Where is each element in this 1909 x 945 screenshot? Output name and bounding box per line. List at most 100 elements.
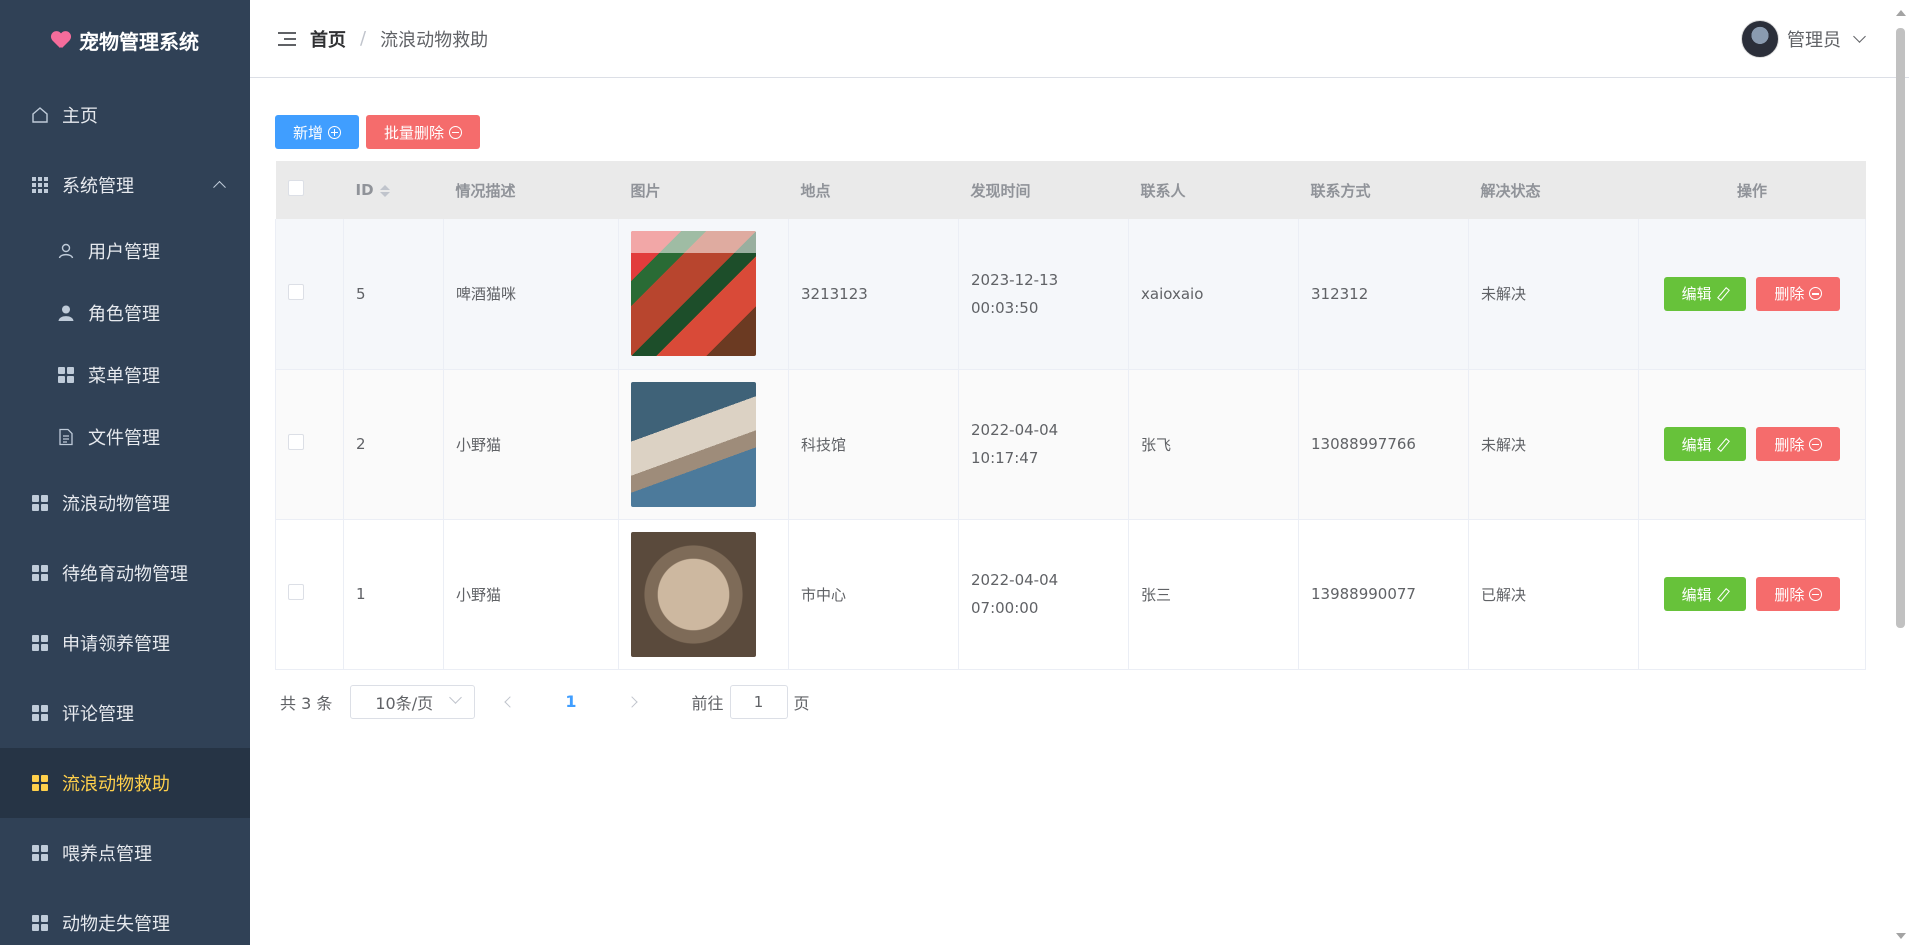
sidebar-item-label: 申请领养管理 — [62, 634, 170, 655]
batch-delete-button[interactable]: 批量删除 — [366, 115, 481, 149]
cell-location: 3213123 — [788, 219, 959, 370]
table-row: 5 啤酒猫咪 3213123 2023-12-13 00:03:50 xaiox… — [275, 219, 1866, 370]
table-row: 1 小野猫 市中心 2022-04-04 07:00:00 张三 1398899… — [275, 519, 1866, 670]
edit-icon — [1717, 439, 1728, 450]
column-header-id[interactable]: ID — [344, 161, 444, 219]
menu-icon — [56, 365, 76, 385]
page-number[interactable]: 1 — [565, 692, 576, 711]
document-icon — [56, 427, 76, 447]
sidebar: 宠物管理系统 主页 系统管理 用户管理 角色管理 菜单管理 文件管理 流浪动物管… — [0, 0, 250, 945]
menu-icon — [30, 913, 50, 933]
sidebar-item-home[interactable]: 主页 — [0, 80, 250, 150]
goto-page-input[interactable] — [729, 684, 788, 719]
app-title: 宠物管理系统 — [79, 29, 199, 54]
sidebar-item-system[interactable]: 系统管理 — [0, 150, 250, 220]
row-checkbox[interactable] — [288, 584, 304, 600]
cell-desc: 小野猫 — [443, 519, 619, 670]
edit-button[interactable]: 编辑 — [1663, 276, 1746, 311]
cell-contact: 张飞 — [1128, 369, 1299, 520]
column-header-phone: 联系方式 — [1310, 181, 1371, 200]
sidebar-item-files[interactable]: 文件管理 — [0, 406, 250, 468]
menu-icon — [30, 773, 50, 793]
system-submenu: 用户管理 角色管理 菜单管理 文件管理 — [0, 220, 250, 468]
user-solid-icon — [56, 303, 76, 323]
select-all-checkbox[interactable] — [287, 180, 304, 196]
heart-icon — [51, 30, 71, 50]
column-header-image: 图片 — [630, 181, 661, 200]
next-page-button[interactable] — [622, 692, 642, 712]
add-button[interactable]: 新增 — [275, 115, 360, 149]
rescue-image[interactable] — [631, 531, 756, 657]
sidebar-item-label: 角色管理 — [88, 304, 160, 325]
cell-time: 2023-12-13 00:03:50 — [958, 219, 1129, 370]
scrollbar-thumb[interactable] — [1896, 28, 1905, 628]
sidebar-item-label: 动物走失管理 — [62, 914, 170, 935]
edit-button[interactable]: 编辑 — [1663, 577, 1746, 611]
user-dropdown[interactable]: 管理员 — [1741, 20, 1866, 58]
edit-button[interactable]: 编辑 — [1663, 427, 1746, 461]
rescue-image[interactable] — [631, 381, 756, 507]
row-checkbox[interactable] — [288, 283, 304, 300]
scroll-down-arrow[interactable] — [1896, 933, 1906, 939]
toolbar: 新增 批量删除 — [275, 115, 1865, 149]
sidebar-item-sterilization[interactable]: 待绝育动物管理 — [0, 538, 250, 608]
delete-button[interactable]: 删除 — [1756, 577, 1841, 611]
sidebar-item-menus[interactable]: 菜单管理 — [0, 344, 250, 406]
grid-icon — [30, 175, 50, 195]
page-size-select[interactable]: 10条/页 — [350, 684, 476, 719]
cell-phone: 13088997766 — [1298, 369, 1469, 520]
sidebar-item-users[interactable]: 用户管理 — [0, 220, 250, 282]
column-header-status: 解决状态 — [1480, 181, 1541, 200]
row-checkbox[interactable] — [288, 434, 304, 450]
breadcrumb-home[interactable]: 首页 — [310, 26, 346, 52]
main-content: 新增 批量删除 ID 情况描述 图片 地点 发现时间 联系人 联系方式 解决状态 — [275, 115, 1866, 719]
sidebar-item-label: 流浪动物管理 — [62, 494, 170, 515]
cell-actions: 编辑 删除 — [1638, 519, 1866, 670]
chevron-up-icon — [213, 180, 226, 194]
rescue-image[interactable] — [631, 231, 756, 357]
sidebar-item-adoption[interactable]: 申请领养管理 — [0, 608, 250, 678]
collapse-menu-icon[interactable] — [278, 31, 296, 46]
rescue-table: ID 情况描述 图片 地点 发现时间 联系人 联系方式 解决状态 操作 5 啤酒… — [275, 161, 1866, 670]
batch-delete-label: 批量删除 — [384, 123, 445, 142]
cell-id: 5 — [343, 219, 444, 370]
cell-location: 科技馆 — [788, 369, 959, 520]
cell-contact: 张三 — [1128, 519, 1299, 670]
sidebar-item-rescue[interactable]: 流浪动物救助 — [0, 748, 250, 818]
user-name: 管理员 — [1787, 30, 1841, 51]
cell-time: 2022-04-04 07:00:00 — [958, 519, 1129, 670]
sidebar-item-lost-animals[interactable]: 动物走失管理 — [0, 888, 250, 945]
cell-contact: xaioxaio — [1128, 219, 1299, 370]
minus-circle-icon — [1809, 287, 1823, 301]
app-logo: 宠物管理系统 — [0, 0, 250, 80]
minus-circle-icon — [449, 125, 463, 139]
sidebar-item-feeding-points[interactable]: 喂养点管理 — [0, 818, 250, 888]
delete-button[interactable]: 删除 — [1756, 427, 1841, 461]
sidebar-item-roles[interactable]: 角色管理 — [0, 282, 250, 344]
menu-icon — [30, 703, 50, 723]
cell-id: 2 — [343, 369, 444, 520]
sidebar-item-label: 待绝育动物管理 — [62, 564, 188, 585]
sidebar-item-stray-animals[interactable]: 流浪动物管理 — [0, 468, 250, 538]
sidebar-item-label: 流浪动物救助 — [62, 774, 170, 795]
delete-button[interactable]: 删除 — [1756, 276, 1841, 311]
prev-page-button[interactable] — [500, 692, 520, 712]
home-icon — [30, 105, 50, 125]
cell-id: 1 — [343, 519, 444, 670]
sidebar-item-comments[interactable]: 评论管理 — [0, 678, 250, 748]
menu-icon — [30, 633, 50, 653]
scroll-up-arrow[interactable] — [1896, 10, 1906, 16]
sidebar-item-label: 喂养点管理 — [62, 844, 152, 865]
sidebar-item-label: 系统管理 — [62, 176, 134, 197]
minus-circle-icon — [1809, 437, 1823, 451]
sort-icon[interactable] — [379, 184, 390, 197]
breadcrumb-current: 流浪动物救助 — [380, 29, 489, 51]
table-header-row: ID 情况描述 图片 地点 发现时间 联系人 联系方式 解决状态 操作 — [275, 161, 1866, 219]
cell-phone: 13988990077 — [1298, 519, 1469, 670]
cell-time: 2022-04-04 10:17:47 — [958, 369, 1129, 520]
sidebar-item-label: 文件管理 — [88, 428, 160, 449]
sidebar-item-label: 评论管理 — [62, 704, 134, 725]
cell-actions: 编辑 删除 — [1638, 219, 1866, 370]
chevron-down-icon — [1853, 30, 1866, 43]
column-header-location: 地点 — [800, 181, 831, 200]
